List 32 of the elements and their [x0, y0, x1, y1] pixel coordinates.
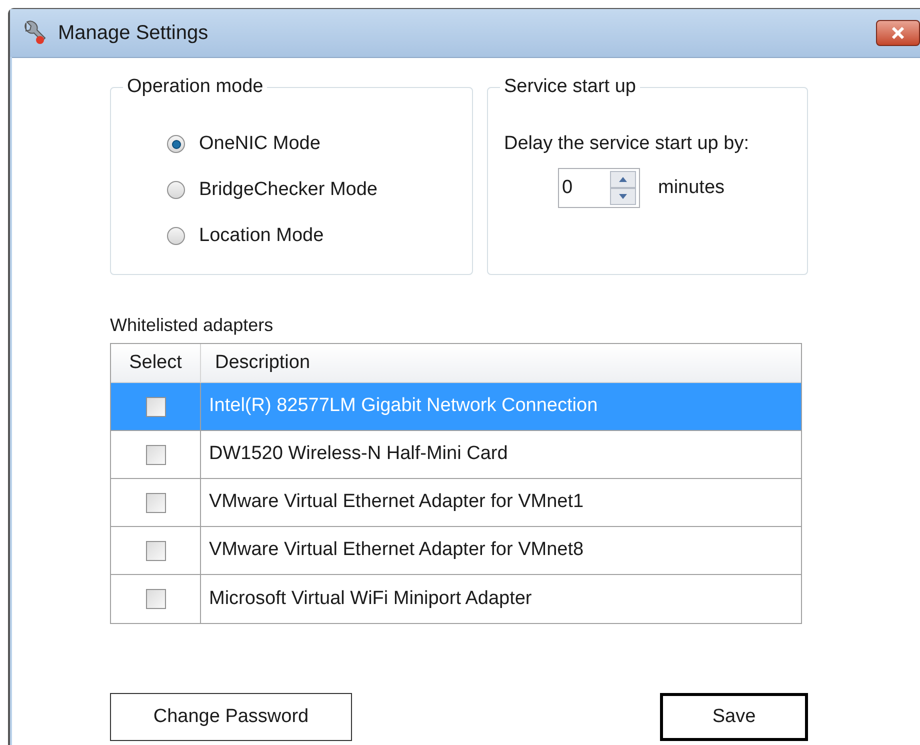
- table-row[interactable]: VMware Virtual Ethernet Adapter for VMnet8: [111, 527, 801, 575]
- column-header[interactable]: Description: [201, 344, 801, 382]
- table-cell-text: DW1520 Wireless-N Half-Mini Card: [208, 442, 509, 466]
- table-cell-text: Microsoft Virtual WiFi Miniport Adapter: [208, 586, 533, 611]
- table-row[interactable]: DW1520 Wireless-N Half-Mini Card: [111, 431, 801, 479]
- radio-option[interactable]: Location Mode: [167, 224, 324, 248]
- radio-option[interactable]: OneNIC Mode: [167, 132, 320, 156]
- checkbox[interactable]: [146, 444, 166, 464]
- dialog-button[interactable]: Change Password: [110, 693, 352, 741]
- dialog-button[interactable]: Save: [660, 693, 808, 741]
- checkbox[interactable]: [146, 589, 166, 609]
- delay-label: Delay the service start up by:: [504, 132, 750, 156]
- table-cell-text: VMware Virtual Ethernet Adapter for VMnet1: [208, 490, 585, 514]
- spinner-value: 0: [562, 176, 574, 200]
- radio-option[interactable]: BridgeChecker Mode: [167, 178, 378, 202]
- column-header[interactable]: Select: [111, 344, 201, 382]
- minutes-spinner[interactable]: 0: [558, 168, 640, 208]
- table-cell-text: VMware Virtual Ethernet Adapter for VMnet8: [208, 538, 585, 562]
- up-arrow-icon: [619, 177, 627, 182]
- down-arrow-icon: [619, 194, 627, 199]
- table-row[interactable]: VMware Virtual Ethernet Adapter for VMnet1: [111, 479, 801, 527]
- table-cell-text: Intel(R) 82577LM Gigabit Network Connection: [208, 394, 599, 418]
- section-label: Whitelisted adapters: [110, 314, 274, 337]
- window-title: Manage Settings: [58, 21, 208, 46]
- spin-down-button[interactable]: [610, 188, 636, 205]
- close-button[interactable]: [876, 20, 920, 46]
- checkbox[interactable]: [146, 396, 166, 416]
- checkbox[interactable]: [146, 492, 166, 512]
- spin-up-button[interactable]: [610, 171, 636, 188]
- close-icon: [891, 27, 905, 39]
- minutes-label: minutes: [658, 176, 725, 200]
- checkbox[interactable]: [146, 540, 166, 560]
